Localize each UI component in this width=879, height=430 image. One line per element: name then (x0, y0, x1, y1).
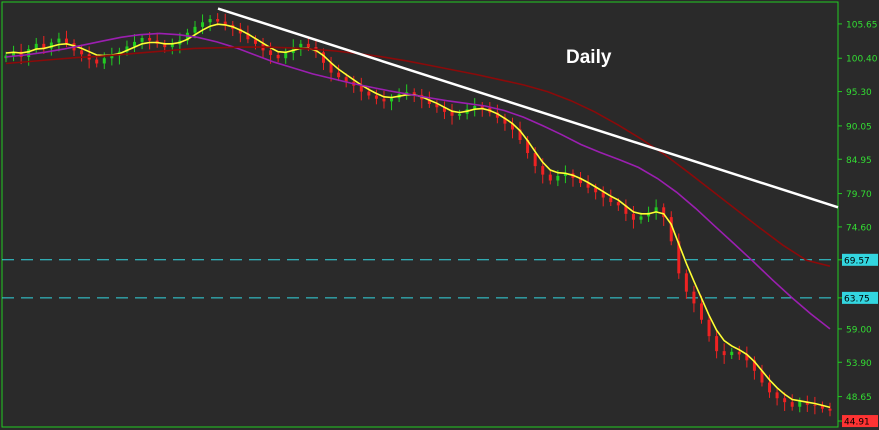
candle-body (730, 351, 734, 356)
candle-body (775, 392, 779, 399)
level-price-label: 63.75 (844, 294, 870, 304)
candle-body (692, 291, 696, 304)
candle-body (374, 95, 378, 99)
candle-body (684, 273, 688, 292)
candle-body (284, 53, 288, 59)
candle-body (208, 19, 212, 23)
candle-body (148, 37, 152, 41)
candle-body (193, 26, 197, 33)
candle-body (616, 202, 620, 206)
candle-body (306, 43, 310, 48)
price-tick-label: 90.05 (846, 122, 872, 132)
candle-body (722, 351, 726, 356)
candle-body (541, 166, 545, 175)
candle-body (367, 91, 371, 96)
candle-body (768, 382, 772, 393)
chart-svg: 105.65 100.40 95.30 90.05 84.95 79.70 74.60 69.… (1, 1, 878, 428)
candle-body (216, 19, 220, 22)
plot-background (1, 1, 839, 428)
candle-body (828, 408, 832, 411)
candle-body (609, 197, 613, 203)
price-axis: 105.65 100.40 95.30 90.05 84.95 79.70 74.60 69.… (838, 20, 878, 428)
price-tick-label: 48.65 (846, 393, 872, 403)
candle-body (276, 54, 280, 59)
price-tick-label: 105.65 (846, 20, 878, 30)
candle-body (715, 336, 719, 352)
candle-body (80, 50, 84, 55)
candle-body (170, 44, 174, 48)
price-tick-label: 100.40 (846, 55, 878, 65)
candle-body (548, 174, 552, 181)
candle-body (299, 43, 303, 48)
candle-body (390, 98, 394, 102)
candle-body (790, 402, 794, 407)
candle-body (95, 59, 99, 64)
price-tick-label: 95.30 (846, 88, 872, 98)
candle-body (27, 49, 31, 57)
candle-body (450, 111, 454, 116)
candle-body (64, 38, 68, 44)
candle-body (699, 303, 703, 320)
price-tick-label: 84.95 (846, 156, 872, 166)
candle-body (798, 401, 802, 407)
candle-body (458, 113, 462, 116)
candle-body (201, 22, 205, 27)
price-tick-label: 74.60 (846, 223, 872, 233)
price-tick-label: 53.90 (846, 359, 872, 369)
candle-body (737, 351, 741, 355)
candle-body (556, 175, 560, 181)
candle-body (707, 319, 711, 337)
candle-body (631, 213, 635, 220)
candle-body (57, 38, 61, 43)
price-tick-label: 59.00 (846, 325, 872, 335)
last-price-label: 44.91 (844, 418, 870, 428)
chart-root: 105.65 100.40 95.30 90.05 84.95 79.70 74.60 69.… (0, 0, 879, 430)
candle-body (337, 72, 341, 78)
candle-body (533, 153, 537, 167)
candle-body (813, 404, 817, 406)
level-price-label: 69.57 (844, 256, 870, 266)
candle-body (269, 50, 273, 55)
price-tick-label: 79.70 (846, 190, 872, 200)
chart-title: Daily (566, 47, 612, 68)
candle-body (359, 85, 363, 92)
candle-body (140, 37, 144, 42)
candle-body (639, 216, 643, 220)
candle-body (382, 98, 386, 102)
candle-body (102, 58, 106, 64)
candle-body (783, 398, 787, 403)
